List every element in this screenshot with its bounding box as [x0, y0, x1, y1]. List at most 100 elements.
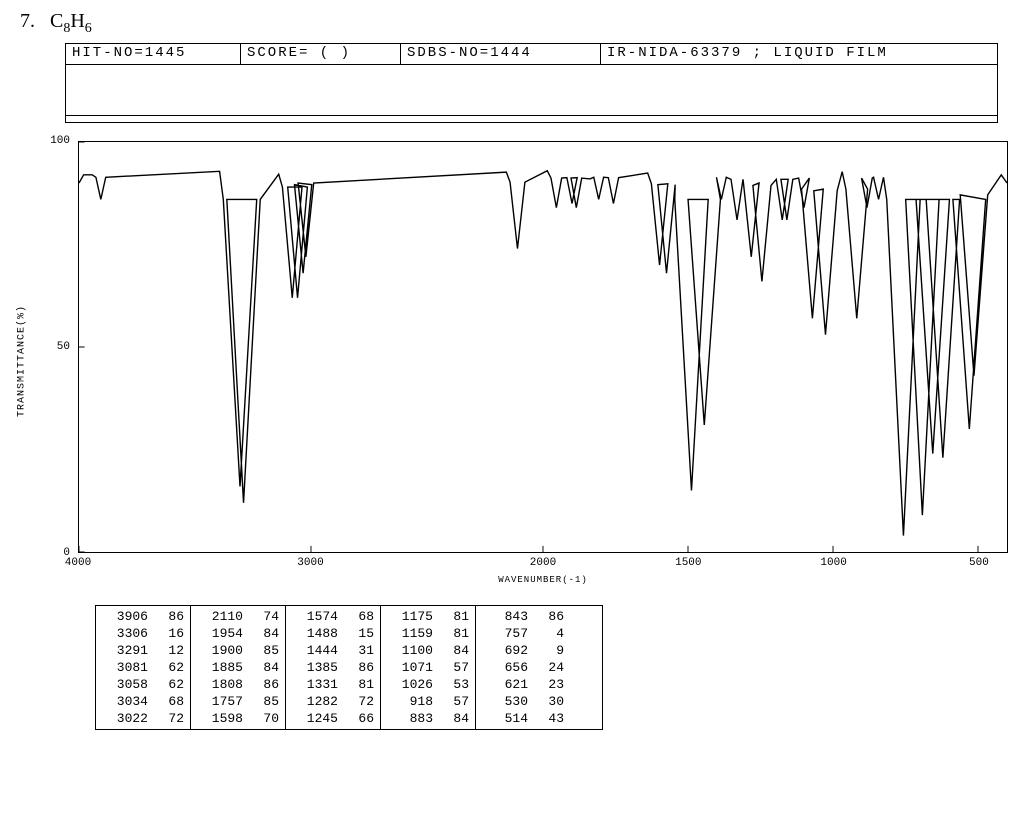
- peak-column: 2110741954841900851885841808861757851598…: [191, 606, 286, 729]
- peak-wavenumber: 757: [482, 625, 528, 642]
- peak-row: 51443: [476, 710, 570, 727]
- peak-wavenumber: 1159: [387, 625, 433, 642]
- peak-row: 115981: [381, 625, 475, 642]
- peak-transmittance: 86: [528, 608, 564, 625]
- header-spacer: [65, 65, 998, 123]
- peak-transmittance: 31: [338, 642, 374, 659]
- peak-wavenumber: 3058: [102, 676, 148, 693]
- y-tick: 50: [57, 341, 70, 353]
- y-axis-ticks: 050100: [44, 141, 74, 581]
- peak-wavenumber: 1245: [292, 710, 338, 727]
- peak-wavenumber: 621: [482, 676, 528, 693]
- peak-row: 7574: [476, 625, 570, 642]
- x-tick: 1000: [820, 557, 846, 569]
- peak-wavenumber: 1808: [197, 676, 243, 693]
- peak-transmittance: 81: [338, 676, 374, 693]
- peak-row: 175785: [191, 693, 285, 710]
- peak-wavenumber: 1488: [292, 625, 338, 642]
- peak-wavenumber: 1598: [197, 710, 243, 727]
- peak-row: 6929: [476, 642, 570, 659]
- x-axis-label: WAVENUMBER(-1): [498, 575, 588, 585]
- peak-transmittance: 85: [243, 693, 279, 710]
- peak-row: 303468: [96, 693, 190, 710]
- peak-row: 390686: [96, 608, 190, 625]
- peak-wavenumber: 530: [482, 693, 528, 710]
- peak-column: 1574681488151444311385861331811282721245…: [286, 606, 381, 729]
- peak-row: 148815: [286, 625, 380, 642]
- peak-wavenumber: 1900: [197, 642, 243, 659]
- peak-wavenumber: 843: [482, 608, 528, 625]
- x-tick: 4000: [65, 557, 91, 569]
- peak-transmittance: 86: [148, 608, 184, 625]
- question-number: 7.: [20, 10, 35, 32]
- peak-wavenumber: 1282: [292, 693, 338, 710]
- peak-row: 180886: [191, 676, 285, 693]
- peak-row: 188584: [191, 659, 285, 676]
- peak-transmittance: 12: [148, 642, 184, 659]
- peak-row: 107157: [381, 659, 475, 676]
- peak-transmittance: 9: [528, 642, 564, 659]
- peak-row: 211074: [191, 608, 285, 625]
- peak-transmittance: 53: [433, 676, 469, 693]
- peak-transmittance: 84: [433, 642, 469, 659]
- peak-row: 124566: [286, 710, 380, 727]
- spectrum-line: [79, 142, 1007, 552]
- peak-transmittance: 84: [433, 710, 469, 727]
- y-tick: 100: [50, 135, 70, 147]
- peak-transmittance: 86: [243, 676, 279, 693]
- y-axis-label: TRANSMITTANCE(%): [17, 305, 28, 417]
- peak-transmittance: 15: [338, 625, 374, 642]
- peak-transmittance: 81: [433, 608, 469, 625]
- peak-wavenumber: 1100: [387, 642, 433, 659]
- peak-wavenumber: 1954: [197, 625, 243, 642]
- peak-wavenumber: 3306: [102, 625, 148, 642]
- peak-transmittance: 62: [148, 659, 184, 676]
- peak-row: 91857: [381, 693, 475, 710]
- peak-row: 330616: [96, 625, 190, 642]
- peak-column: 3906863306163291123081623058623034683022…: [96, 606, 191, 729]
- peak-row: 62123: [476, 676, 570, 693]
- peak-row: 329112: [96, 642, 190, 659]
- peak-wavenumber: 3291: [102, 642, 148, 659]
- peak-row: 308162: [96, 659, 190, 676]
- peak-transmittance: 86: [338, 659, 374, 676]
- peak-transmittance: 30: [528, 693, 564, 710]
- peak-wavenumber: 1175: [387, 608, 433, 625]
- peak-row: 144431: [286, 642, 380, 659]
- question-label: 7. C8H6: [20, 10, 1008, 37]
- peak-row: 157468: [286, 608, 380, 625]
- peak-table: 3906863306163291123081623058623034683022…: [95, 605, 603, 730]
- peak-row: 65624: [476, 659, 570, 676]
- peak-row: 102653: [381, 676, 475, 693]
- peak-wavenumber: 1331: [292, 676, 338, 693]
- peak-row: 133181: [286, 676, 380, 693]
- peak-transmittance: 85: [243, 642, 279, 659]
- peak-transmittance: 43: [528, 710, 564, 727]
- peak-wavenumber: 692: [482, 642, 528, 659]
- x-tick: 500: [969, 557, 989, 569]
- peak-row: 128272: [286, 693, 380, 710]
- peak-wavenumber: 656: [482, 659, 528, 676]
- peak-row: 159870: [191, 710, 285, 727]
- peak-transmittance: 81: [433, 625, 469, 642]
- peak-wavenumber: 1444: [292, 642, 338, 659]
- peak-transmittance: 62: [148, 676, 184, 693]
- ir-spectrum-chart: TRANSMITTANCE(%) 050100 WAVENUMBER(-1) 4…: [30, 141, 1008, 581]
- peak-transmittance: 68: [148, 693, 184, 710]
- peak-transmittance: 4: [528, 625, 564, 642]
- sdbs-no-field: SDBS-NO=1444: [401, 44, 601, 64]
- x-tick: 1500: [675, 557, 701, 569]
- peak-row: 110084: [381, 642, 475, 659]
- peak-row: 117581: [381, 608, 475, 625]
- peak-column: 843867574692965624621235303051443: [476, 606, 570, 729]
- peak-column: 1175811159811100841071571026539185788384: [381, 606, 476, 729]
- peak-wavenumber: 3906: [102, 608, 148, 625]
- peak-transmittance: 68: [338, 608, 374, 625]
- score-field: SCORE= ( ): [241, 44, 401, 64]
- peak-wavenumber: 1574: [292, 608, 338, 625]
- peak-transmittance: 57: [433, 693, 469, 710]
- database-header: HIT-NO=1445 SCORE= ( ) SDBS-NO=1444 IR-N…: [65, 43, 998, 123]
- peak-wavenumber: 3034: [102, 693, 148, 710]
- peak-transmittance: 24: [528, 659, 564, 676]
- peak-row: 88384: [381, 710, 475, 727]
